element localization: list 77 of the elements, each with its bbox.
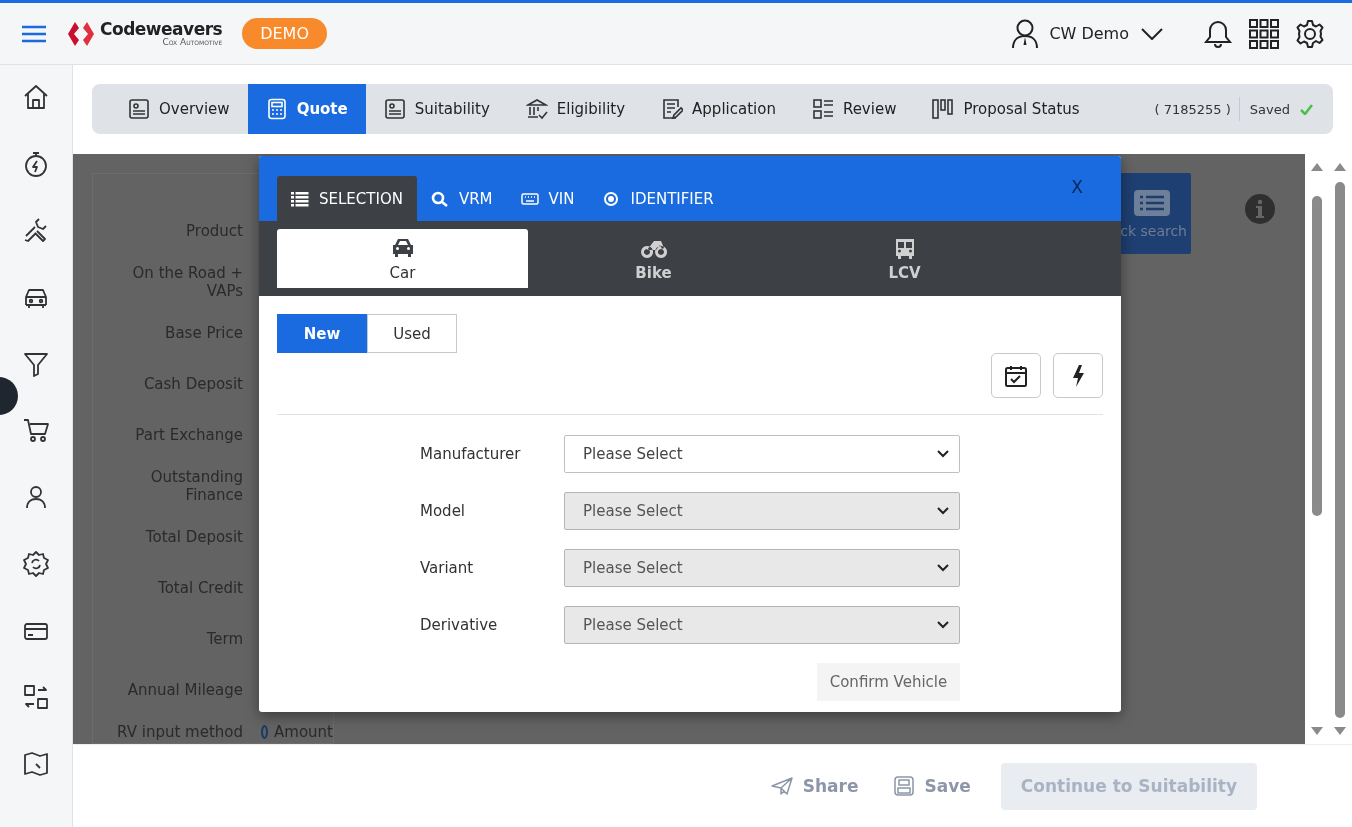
search-tab[interactable]: VRM <box>416 176 507 221</box>
vehicle-type-tab[interactable]: Car <box>277 229 528 288</box>
field-label: Total Deposit <box>144 528 243 546</box>
demo-badge: DEMO <box>242 18 327 49</box>
field-label: Outstanding Finance <box>149 468 243 504</box>
field-label: Cash Deposit <box>142 375 243 393</box>
list-icon <box>811 98 834 120</box>
search-icon <box>430 190 449 207</box>
calendar-check-icon <box>1004 363 1028 388</box>
field-label: Total Credit <box>157 579 243 597</box>
vehicle-type-tab[interactable]: Bike <box>528 229 779 288</box>
calculator-icon <box>265 98 288 120</box>
select-label: Derivative <box>420 616 499 634</box>
calendar-button[interactable] <box>991 353 1041 398</box>
search-tab[interactable]: VIN <box>506 176 589 221</box>
paper-plane-icon <box>770 777 793 795</box>
check-icon <box>1300 103 1313 115</box>
target-icon <box>602 190 621 207</box>
search-tab[interactable]: SELECTION <box>277 176 417 221</box>
save-status: Saved <box>1248 101 1291 117</box>
timer-icon[interactable] <box>22 149 50 178</box>
logo-icon <box>67 20 95 47</box>
bell-icon[interactable] <box>1203 18 1233 49</box>
nav-tab[interactable]: Proposal Status <box>914 84 1098 134</box>
select-label: Variant <box>420 559 475 577</box>
apps-grid-icon[interactable] <box>1249 18 1279 49</box>
list-icon <box>1133 188 1171 217</box>
lightning-button[interactable] <box>1053 353 1103 398</box>
field-label: RV input method <box>116 723 243 741</box>
field-label: On the Road + VAPs <box>131 264 243 300</box>
radio-button[interactable] <box>261 725 269 739</box>
condition-toggle[interactable]: New <box>277 314 367 353</box>
search-tab[interactable]: IDENTIFIER <box>588 176 728 221</box>
chevron-down-icon <box>937 450 949 458</box>
tools-icon[interactable] <box>22 216 50 245</box>
field-label: Term <box>205 630 243 648</box>
lightning-icon <box>1071 363 1085 388</box>
chevron-down-icon[interactable] <box>1141 27 1163 40</box>
field-label: Annual Mileage <box>126 681 243 699</box>
nav-tab[interactable]: Review <box>793 84 915 134</box>
columns-icon <box>932 98 955 120</box>
vehicle-type-tab[interactable]: LCV <box>779 229 1030 288</box>
brand-name: Codeweavers <box>100 20 223 38</box>
cycle-icon[interactable] <box>22 549 50 578</box>
user-icon[interactable] <box>1011 18 1040 49</box>
nav-tab[interactable]: Overview <box>110 84 248 134</box>
select-label: Manufacturer <box>420 445 522 463</box>
bank-icon <box>525 98 548 120</box>
swap-icon[interactable] <box>22 683 50 712</box>
document-pen-icon <box>661 98 684 120</box>
map-icon[interactable] <box>22 749 50 778</box>
field-label: Base Price <box>164 324 243 342</box>
brand-subtitle: Cox Automotive <box>162 37 223 47</box>
nav-tab[interactable]: Suitability <box>365 84 508 134</box>
confirm-vehicle-button[interactable]: Confirm Vehicle <box>817 663 960 701</box>
list-icon <box>291 190 309 207</box>
settings-icon[interactable] <box>1295 18 1325 49</box>
nav-tab[interactable]: Quote <box>247 84 366 134</box>
nav-tab[interactable]: Eligibility <box>507 84 644 134</box>
menu-icon[interactable] <box>21 24 47 43</box>
id-card-icon <box>128 98 150 120</box>
condition-toggle[interactable]: Used <box>367 314 457 353</box>
cart-icon[interactable] <box>22 416 50 445</box>
chevron-down-icon <box>937 507 949 515</box>
home-icon[interactable] <box>22 83 50 111</box>
radio-label: Amount <box>274 723 333 741</box>
chevron-down-icon <box>937 621 949 629</box>
user-name[interactable]: CW Demo <box>1049 24 1129 43</box>
keyboard-icon <box>520 190 539 207</box>
id-card-icon <box>383 98 406 120</box>
select-field[interactable]: Please Select <box>564 435 960 473</box>
select-label: Model <box>420 502 467 520</box>
nav-tab[interactable]: Application <box>643 84 794 134</box>
chevron-down-icon <box>937 564 949 572</box>
proposal-number: ( 7185255 ) <box>1154 101 1232 117</box>
field-label: Product <box>185 222 243 240</box>
field-label: Part Exchange <box>134 426 243 444</box>
